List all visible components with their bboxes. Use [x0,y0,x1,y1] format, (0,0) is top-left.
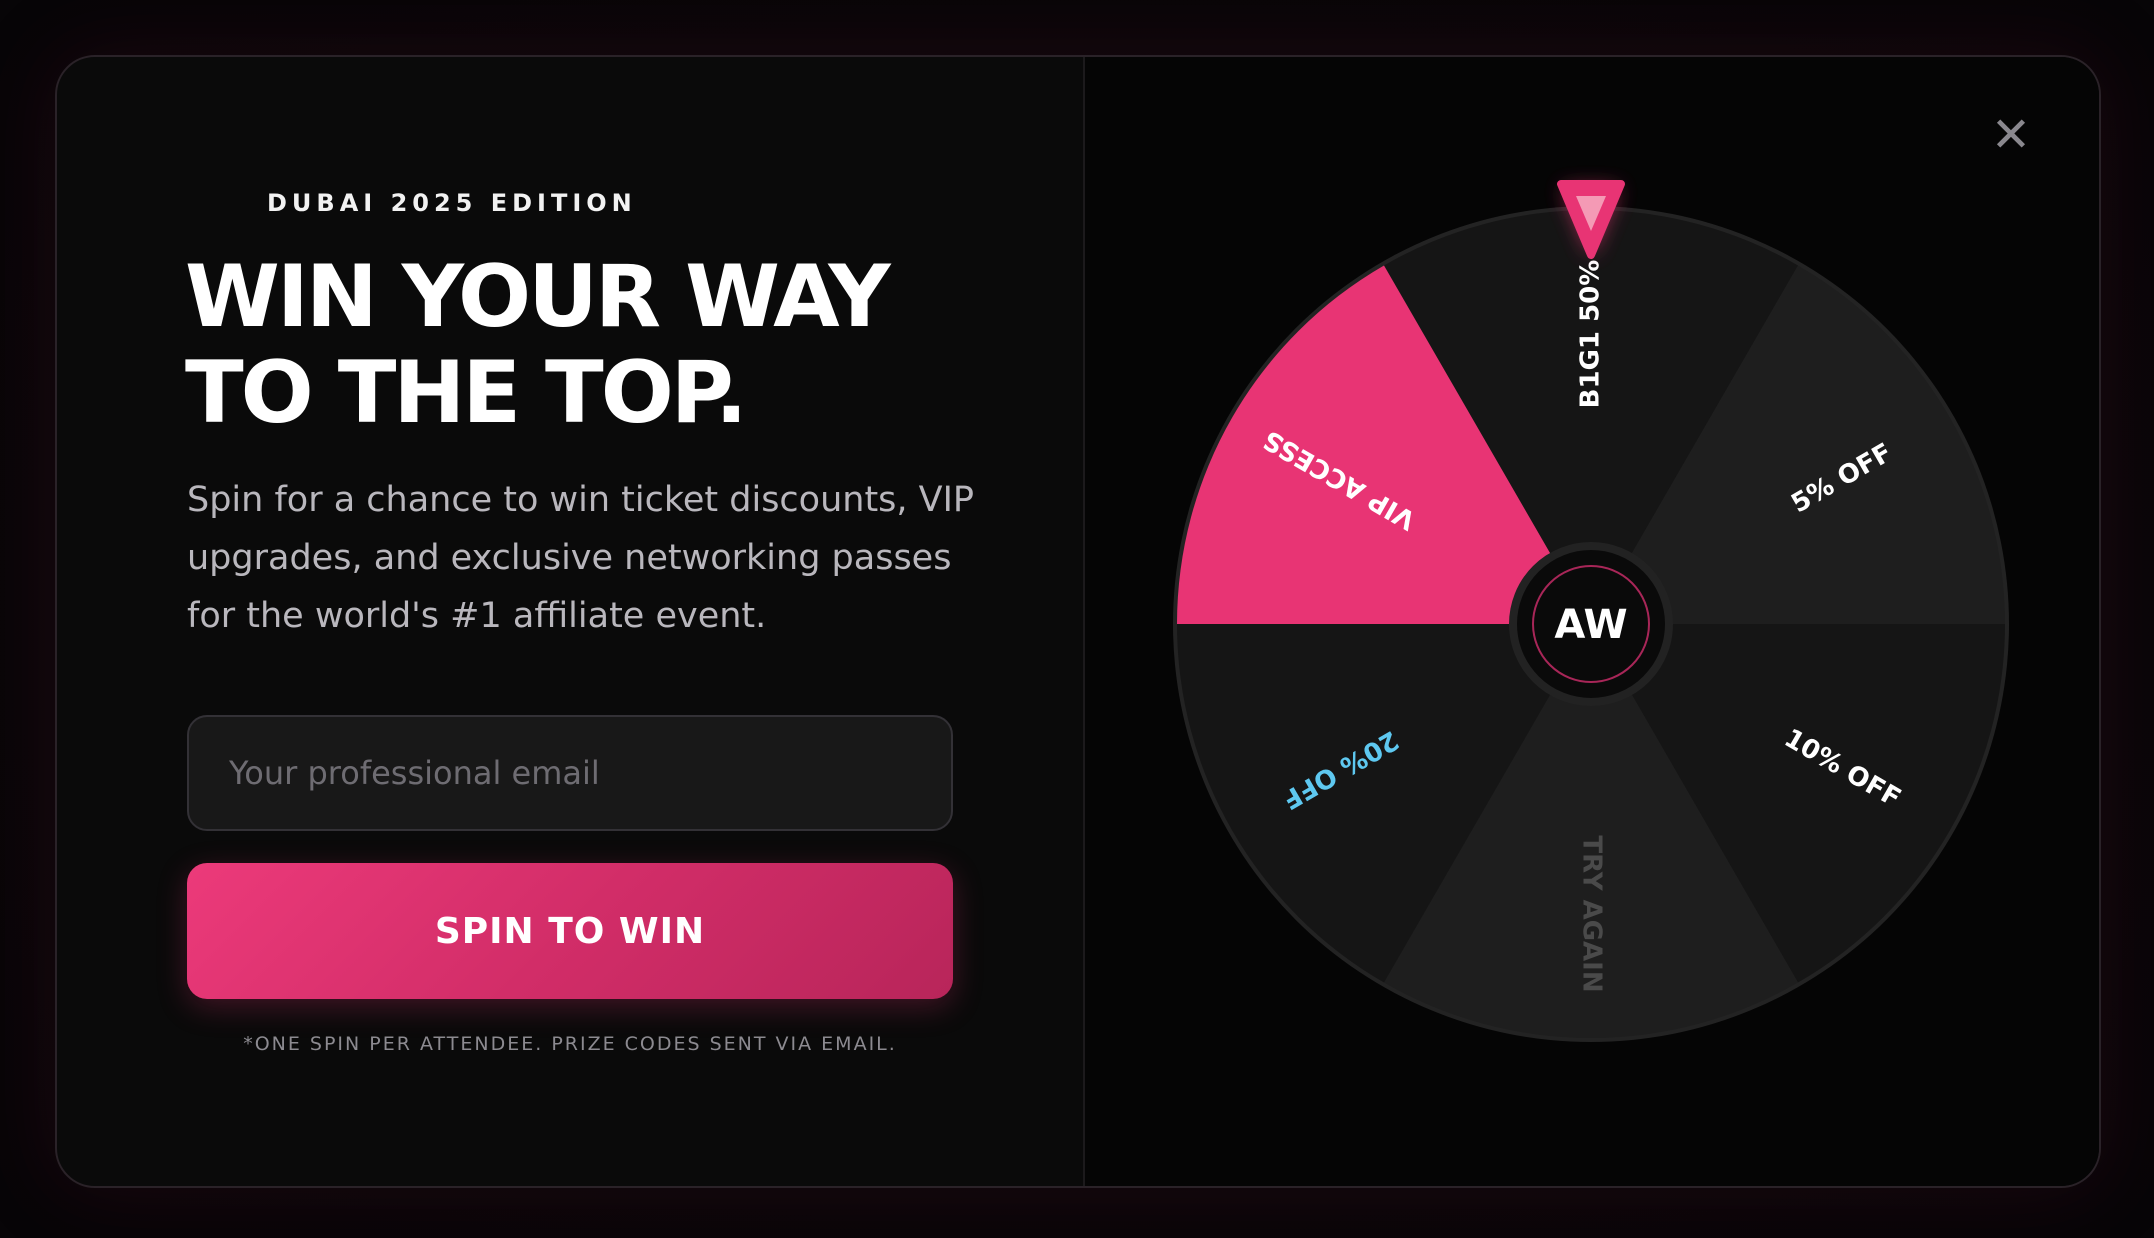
promo-description: Spin for a chance to win ticket discount… [187,480,975,636]
headline-line-2: TO THE TOP. [185,343,748,443]
email-input[interactable] [187,715,953,831]
headline: WIN YOUR WAY TO THE TOP. [185,247,891,443]
event-edition-label: DUBAI 2025 EDITION [267,189,637,217]
wheel-segment-label: TRY AGAIN [1577,835,1607,992]
wheel-segment-label: B1G1 50% [1576,260,1606,409]
hub-logo: AW [1554,602,1627,648]
prize-wheel: B1G1 50%5% OFF10% OFFTRY AGAIN20% OFFVIP… [1173,180,2009,1042]
disclaimer-text: *ONE SPIN PER ATTENDEE. PRIZE CODES SENT… [243,1033,897,1055]
promo-panel: DUBAI 2025 EDITION WIN YOUR WAY TO THE T… [57,57,1083,1186]
spin-wheel-modal: DUBAI 2025 EDITION WIN YOUR WAY TO THE T… [55,55,2101,1188]
wheel-panel: ✕ B1G1 50% 5% OFF 10% OFF TRY AGAIN 20% OFF V… [1085,57,2099,1186]
spin-to-win-button[interactable]: SPIN TO WIN [187,863,953,999]
wheel-hub: AW [1509,542,1673,706]
headline-line-1: WIN YOUR WAY [185,247,891,347]
